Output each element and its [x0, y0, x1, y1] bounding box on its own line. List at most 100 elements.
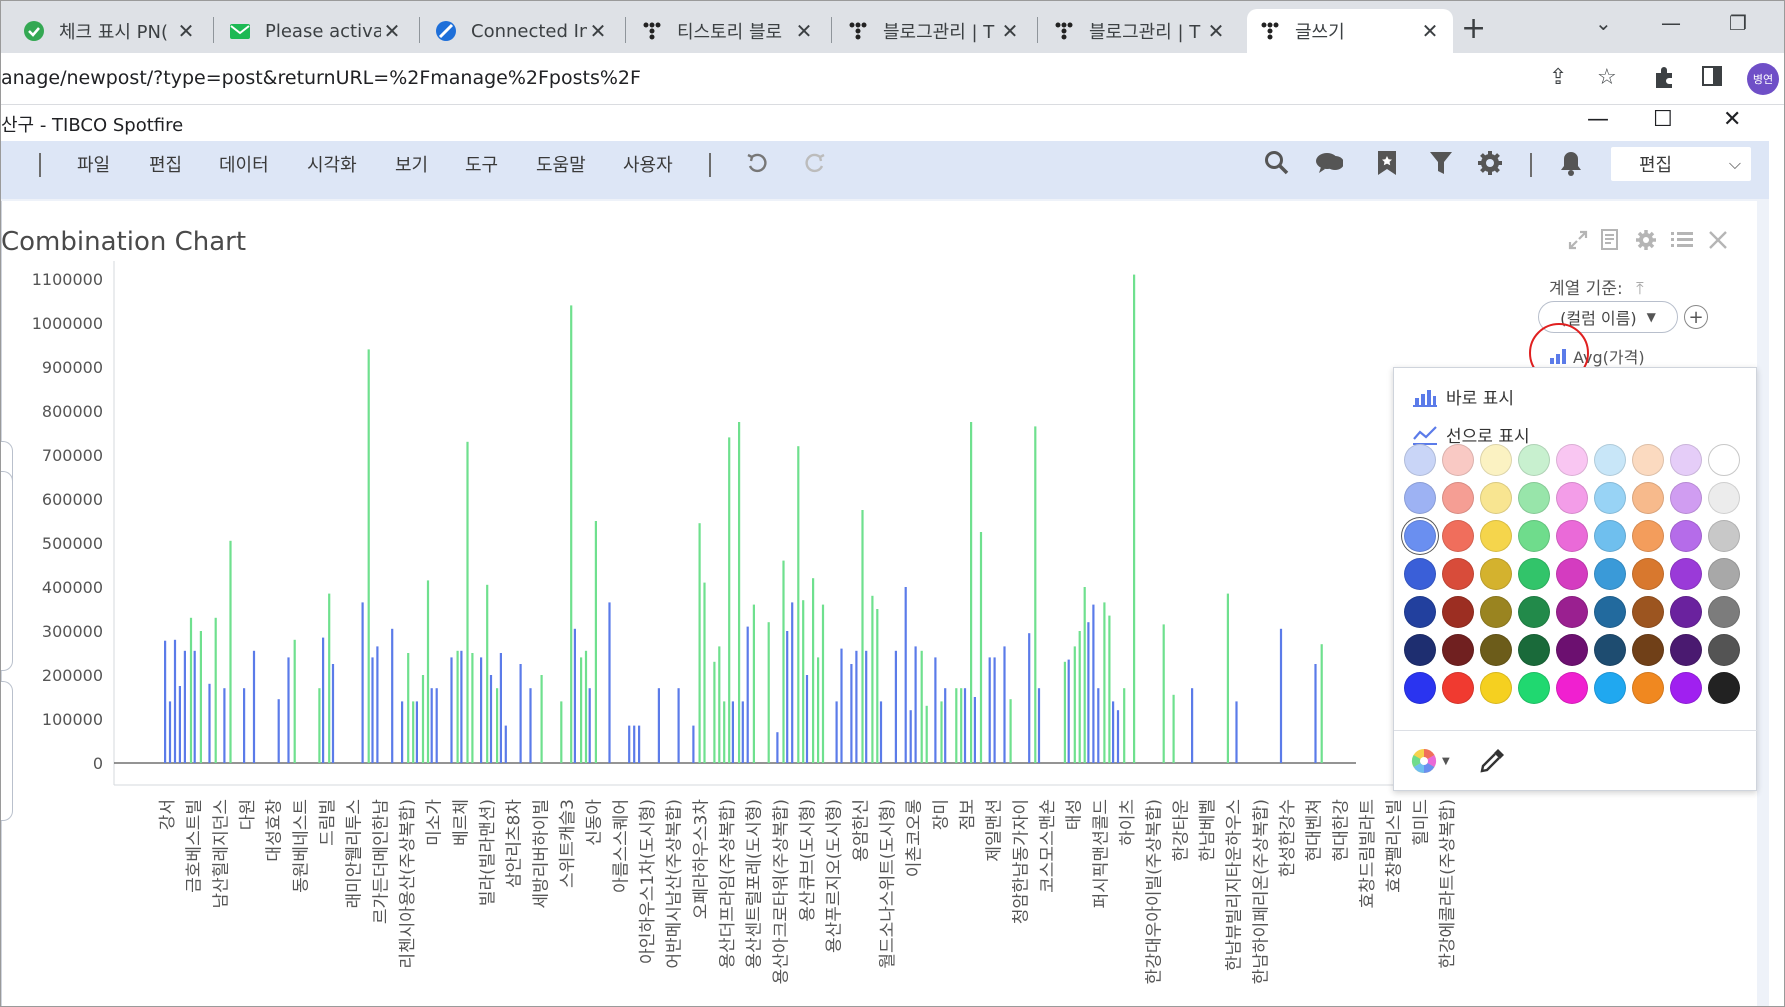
color-swatch[interactable]	[1556, 558, 1588, 590]
color-swatch[interactable]	[1556, 672, 1588, 704]
browser-tab[interactable]: 블로그관리 | T ✕	[835, 9, 1033, 53]
color-swatch[interactable]	[1518, 634, 1550, 666]
close-tab-icon[interactable]: ✕	[1205, 19, 1227, 43]
details-icon[interactable]	[1597, 227, 1623, 253]
color-swatch[interactable]	[1404, 558, 1436, 590]
maximize-visualization-icon[interactable]	[1565, 227, 1591, 253]
minimize-icon[interactable]: —	[1661, 11, 1681, 35]
menu-user[interactable]: 사용자	[623, 151, 673, 177]
profile-avatar[interactable]: 병연	[1747, 63, 1779, 95]
color-swatch[interactable]	[1404, 634, 1436, 666]
show-as-bar-option[interactable]: 바로 표시	[1412, 384, 1514, 409]
color-swatch[interactable]	[1518, 596, 1550, 628]
close-tab-icon[interactable]: ✕	[1419, 19, 1441, 43]
browser-tab[interactable]: Connected In ✕	[423, 9, 621, 53]
color-swatch[interactable]	[1518, 444, 1550, 476]
color-swatch[interactable]	[1594, 558, 1626, 590]
search-icon[interactable]	[1263, 149, 1291, 177]
color-swatch[interactable]	[1518, 672, 1550, 704]
bookmark-star-icon[interactable]: ☆	[1597, 65, 1617, 90]
comments-icon[interactable]	[1315, 149, 1343, 177]
visualization-settings-icon[interactable]	[1633, 227, 1659, 253]
color-swatch[interactable]	[1708, 596, 1740, 628]
color-swatch[interactable]	[1442, 672, 1474, 704]
color-swatch[interactable]	[1632, 444, 1664, 476]
chevron-down-icon[interactable]: ⌄	[1595, 11, 1612, 35]
color-swatch[interactable]	[1518, 520, 1550, 552]
menu-help[interactable]: 도움말	[536, 151, 586, 177]
color-swatch[interactable]	[1518, 482, 1550, 514]
color-swatch[interactable]	[1670, 520, 1702, 552]
color-swatch[interactable]	[1670, 558, 1702, 590]
sidepanel-icon[interactable]	[1701, 65, 1723, 93]
browser-tab[interactable]: 티스토리 블로 ✕	[629, 9, 827, 53]
extensions-icon[interactable]	[1653, 65, 1675, 95]
color-swatch[interactable]	[1404, 482, 1436, 514]
color-swatch[interactable]	[1518, 558, 1550, 590]
new-tab-icon[interactable]: +	[1461, 11, 1486, 46]
color-swatch[interactable]	[1404, 520, 1436, 552]
color-swatch[interactable]	[1480, 482, 1512, 514]
menu-tools[interactable]: 도구	[465, 151, 498, 177]
browser-tab-active[interactable]: 글쓰기 ✕	[1247, 9, 1453, 53]
show-as-line-option[interactable]: 선으로 표시	[1412, 422, 1530, 447]
color-swatch[interactable]	[1480, 672, 1512, 704]
color-wheel-button[interactable]: ▼	[1410, 747, 1450, 775]
color-swatch[interactable]	[1404, 596, 1436, 628]
add-series-button[interactable]: +	[1684, 305, 1708, 329]
browser-tab[interactable]: 블로그관리 | T ✕	[1041, 9, 1239, 53]
color-swatch[interactable]	[1556, 596, 1588, 628]
menu-visualize[interactable]: 시각화	[307, 151, 357, 177]
color-swatch[interactable]	[1480, 634, 1512, 666]
color-swatch[interactable]	[1594, 672, 1626, 704]
color-swatch[interactable]	[1632, 482, 1664, 514]
close-visualization-icon[interactable]	[1705, 227, 1731, 253]
color-swatch[interactable]	[1480, 520, 1512, 552]
url-text[interactable]: anage/newpost/?type=post&returnURL=%2Fma…	[1, 67, 641, 89]
color-swatch[interactable]	[1480, 444, 1512, 476]
color-swatch[interactable]	[1594, 596, 1626, 628]
color-swatch[interactable]	[1404, 444, 1436, 476]
color-swatch[interactable]	[1556, 444, 1588, 476]
color-swatch[interactable]	[1442, 558, 1474, 590]
color-swatch[interactable]	[1670, 634, 1702, 666]
filter-icon[interactable]	[1427, 149, 1455, 177]
color-swatch[interactable]	[1594, 520, 1626, 552]
color-swatch[interactable]	[1708, 520, 1740, 552]
close-tab-icon[interactable]: ✕	[381, 19, 403, 43]
color-swatch[interactable]	[1594, 482, 1626, 514]
color-swatch[interactable]	[1556, 482, 1588, 514]
app-maximize-icon[interactable]: ☐	[1653, 107, 1673, 132]
color-swatch[interactable]	[1480, 596, 1512, 628]
undo-icon[interactable]	[743, 149, 771, 177]
color-swatch[interactable]	[1404, 672, 1436, 704]
share-icon[interactable]: ⇪	[1549, 65, 1567, 90]
color-swatch[interactable]	[1632, 596, 1664, 628]
close-tab-icon[interactable]: ✕	[793, 19, 815, 43]
list-icon[interactable]	[1669, 227, 1695, 253]
menu-view[interactable]: 보기	[395, 151, 428, 177]
color-swatch[interactable]	[1670, 672, 1702, 704]
close-tab-icon[interactable]: ✕	[587, 19, 609, 43]
gear-icon[interactable]	[1476, 149, 1504, 177]
app-minimize-icon[interactable]: —	[1587, 107, 1609, 132]
color-swatch[interactable]	[1632, 520, 1664, 552]
notification-bell-icon[interactable]	[1557, 149, 1585, 177]
color-swatch[interactable]	[1594, 444, 1626, 476]
color-swatch[interactable]	[1442, 444, 1474, 476]
browser-tab[interactable]: Please activat ✕	[217, 9, 415, 53]
color-swatch[interactable]	[1632, 558, 1664, 590]
browser-tab[interactable]: 체크 표시 PN( ✕	[11, 9, 209, 53]
bookmark-icon[interactable]	[1373, 149, 1401, 177]
color-swatch[interactable]	[1632, 672, 1664, 704]
menu-data[interactable]: 데이터	[219, 151, 269, 177]
color-swatch[interactable]	[1480, 558, 1512, 590]
color-swatch[interactable]	[1670, 482, 1702, 514]
color-swatch[interactable]	[1708, 444, 1740, 476]
color-swatch[interactable]	[1442, 482, 1474, 514]
color-swatch[interactable]	[1442, 520, 1474, 552]
app-close-icon[interactable]: ✕	[1723, 107, 1741, 132]
color-swatch[interactable]	[1556, 520, 1588, 552]
close-tab-icon[interactable]: ✕	[175, 19, 197, 43]
color-swatch[interactable]	[1594, 634, 1626, 666]
